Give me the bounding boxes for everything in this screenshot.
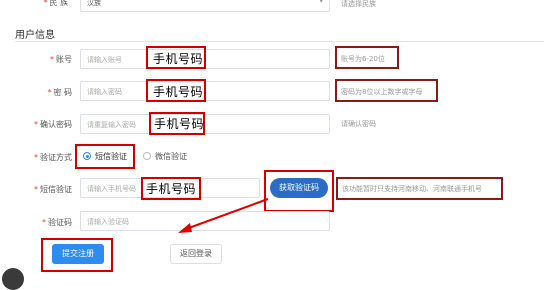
avatar — [2, 268, 24, 290]
submit-annotation-box — [41, 238, 113, 272]
back-to-login-button[interactable]: 返回登录 — [170, 244, 222, 264]
